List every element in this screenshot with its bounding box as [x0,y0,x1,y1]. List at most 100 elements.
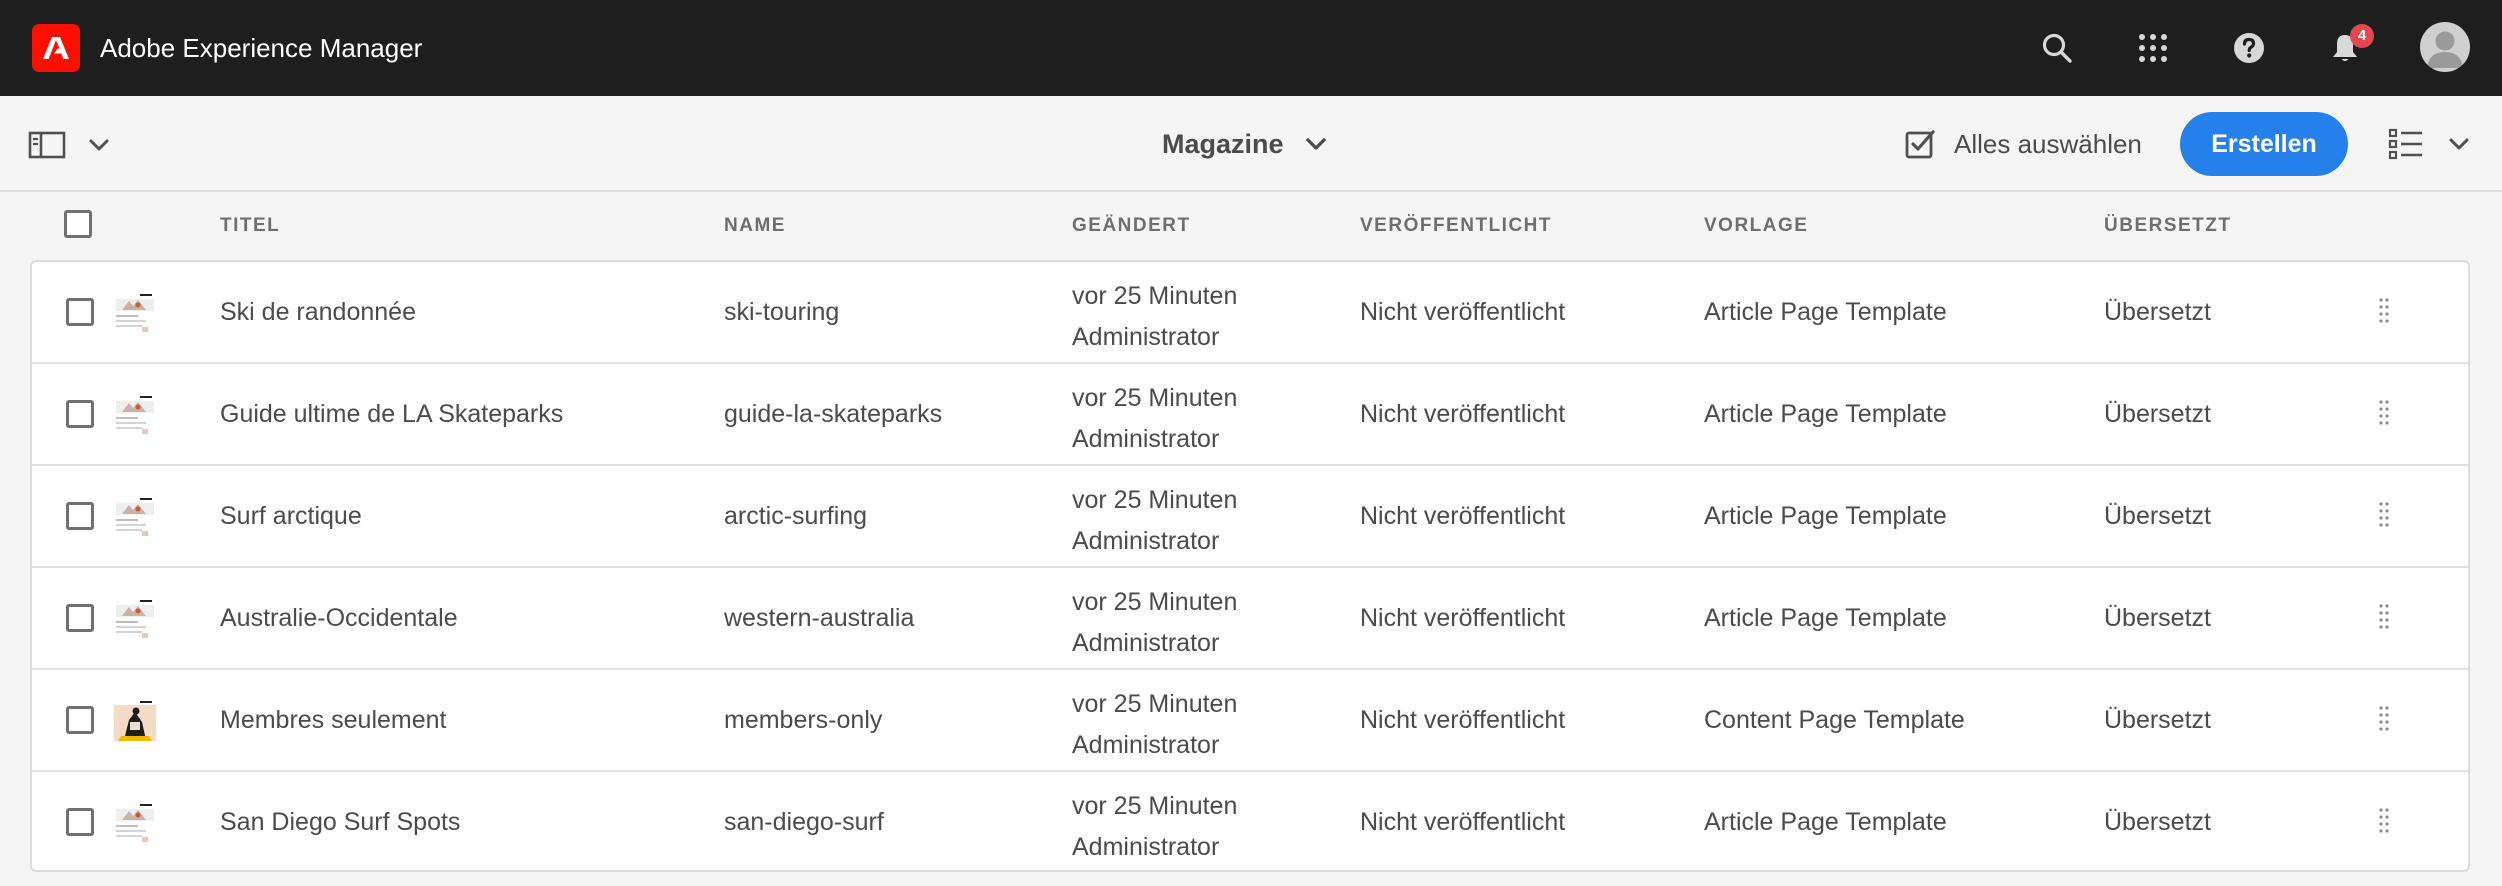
row-modified-time: vor 25 Minuten [1072,690,1238,718]
row-modified: vor 25 Minuten Administrator [1072,582,1237,664]
table-row[interactable]: Ski de randonnée ski-touring vor 25 Minu… [32,262,2468,364]
row-title: Surf arctique [220,502,362,530]
row-modified-by: Administrator [1072,323,1220,351]
row-published: Nicht veröffentlicht [1360,502,1566,530]
notification-badge: 4 [2350,24,2374,48]
page-thumbnail [112,292,158,334]
row-modified-by: Administrator [1072,629,1220,657]
drag-handle-icon[interactable] [2376,804,2392,840]
help-icon[interactable] [2225,24,2273,72]
row-name: members-only [724,706,883,734]
row-checkbox[interactable] [66,298,94,326]
search-icon[interactable] [2033,24,2081,72]
row-published: Nicht veröffentlicht [1360,400,1566,428]
row-published: Nicht veröffentlicht [1360,298,1566,326]
row-modified: vor 25 Minuten Administrator [1072,480,1237,562]
page-thumbnail [112,802,158,844]
row-template: Article Page Template [1704,502,1947,530]
row-name: guide-la-skateparks [724,400,943,428]
row-modified: vor 25 Minuten Administrator [1072,378,1237,460]
row-checkbox[interactable] [66,400,94,428]
collection-title-label: Magazine [1162,128,1284,159]
row-modified-by: Administrator [1072,425,1220,453]
page-thumbnail [112,394,158,436]
row-translated: Übersetzt [2104,400,2211,428]
row-name: ski-touring [724,298,840,326]
list-view-icon [2388,128,2422,160]
select-all-label: Alles auswählen [1954,128,2142,159]
table-row[interactable]: Surf arctique arctic-surfing vor 25 Minu… [32,466,2468,568]
row-name: san-diego-surf [724,808,884,836]
drag-handle-icon[interactable] [2376,498,2392,534]
row-template: Article Page Template [1704,808,1947,836]
table-row[interactable]: Guide ultime de LA Skateparks guide-la-s… [32,364,2468,466]
row-title: Membres seulement [220,706,447,734]
column-header-translated[interactable]: ÜBERSETZT [2104,192,2232,260]
rail-panel-icon [28,131,66,159]
drag-handle-icon[interactable] [2376,294,2392,330]
select-all-button[interactable]: Alles auswählen [1904,124,2142,164]
row-checkbox[interactable] [66,604,94,632]
action-bar: Magazine Alles auswählen [0,96,2502,192]
row-modified: vor 25 Minuten Administrator [1072,276,1237,358]
row-modified-by: Administrator [1072,527,1220,555]
page-thumbnail [112,700,158,742]
row-translated: Übersetzt [2104,604,2211,632]
row-published: Nicht veröffentlicht [1360,808,1566,836]
adobe-logo-icon[interactable] [32,24,80,72]
create-button[interactable]: Erstellen [2180,112,2348,176]
row-name: arctic-surfing [724,502,868,530]
table-header: TITEL NAME GEÄNDERT VERÖFFENTLICHT VORLA… [30,192,2470,260]
column-header-template[interactable]: VORLAGE [1704,192,1808,260]
row-modified: vor 25 Minuten Administrator [1072,684,1237,766]
global-shell-bar: Adobe Experience Manager 4 [0,0,2502,96]
column-header-published[interactable]: VERÖFFENTLICHT [1360,192,1552,260]
view-switcher[interactable] [2388,124,2488,164]
collection-title-dropdown[interactable]: Magazine [1162,122,1328,166]
row-name: western-australia [724,604,915,632]
table-row[interactable]: Australie-Occidentale western-australia … [32,568,2468,670]
app-title[interactable]: Adobe Experience Manager [100,0,422,96]
drag-handle-icon[interactable] [2376,396,2392,432]
row-published: Nicht veröffentlicht [1360,706,1566,734]
column-header-title[interactable]: TITEL [220,192,280,260]
row-title: Ski de randonnée [220,298,416,326]
row-template: Article Page Template [1704,604,1947,632]
row-checkbox[interactable] [66,706,94,734]
bell-icon[interactable]: 4 [2321,24,2374,72]
table-row[interactable]: San Diego Surf Spots san-diego-surf vor … [32,772,2468,870]
row-modified-time: vor 25 Minuten [1072,588,1238,616]
drag-handle-icon[interactable] [2376,702,2392,738]
drag-handle-icon[interactable] [2376,600,2392,636]
row-modified-time: vor 25 Minuten [1072,486,1238,514]
row-published: Nicht veröffentlicht [1360,604,1566,632]
row-translated: Übersetzt [2104,298,2211,326]
select-all-checkbox[interactable] [64,210,92,238]
row-template: Content Page Template [1704,706,1965,734]
table-row[interactable]: Membres seulement members-only vor 25 Mi… [32,670,2468,772]
page-thumbnail [112,598,158,640]
row-modified-time: vor 25 Minuten [1072,792,1238,820]
rail-toggle-button[interactable] [28,124,118,166]
row-translated: Übersetzt [2104,808,2211,836]
row-template: Article Page Template [1704,298,1947,326]
row-modified-by: Administrator [1072,833,1220,861]
user-avatar[interactable] [2420,22,2470,72]
page-thumbnail [112,496,158,538]
page-list-table: Ski de randonnée ski-touring vor 25 Minu… [30,260,2470,872]
row-title: San Diego Surf Spots [220,808,461,836]
row-modified-by: Administrator [1072,731,1220,759]
apps-grid-icon[interactable] [2129,24,2177,72]
row-checkbox[interactable] [66,808,94,836]
checkbox-check-icon [1905,130,1935,159]
column-header-modified[interactable]: GEÄNDERT [1072,192,1191,260]
column-header-name[interactable]: NAME [724,192,786,260]
row-translated: Übersetzt [2104,706,2211,734]
chevron-down-icon [2449,138,2469,150]
row-checkbox[interactable] [66,502,94,530]
chevron-down-icon [1305,138,1326,150]
row-title: Guide ultime de LA Skateparks [220,400,564,428]
chevron-down-icon [89,139,109,151]
row-title: Australie-Occidentale [220,604,458,632]
row-template: Article Page Template [1704,400,1947,428]
